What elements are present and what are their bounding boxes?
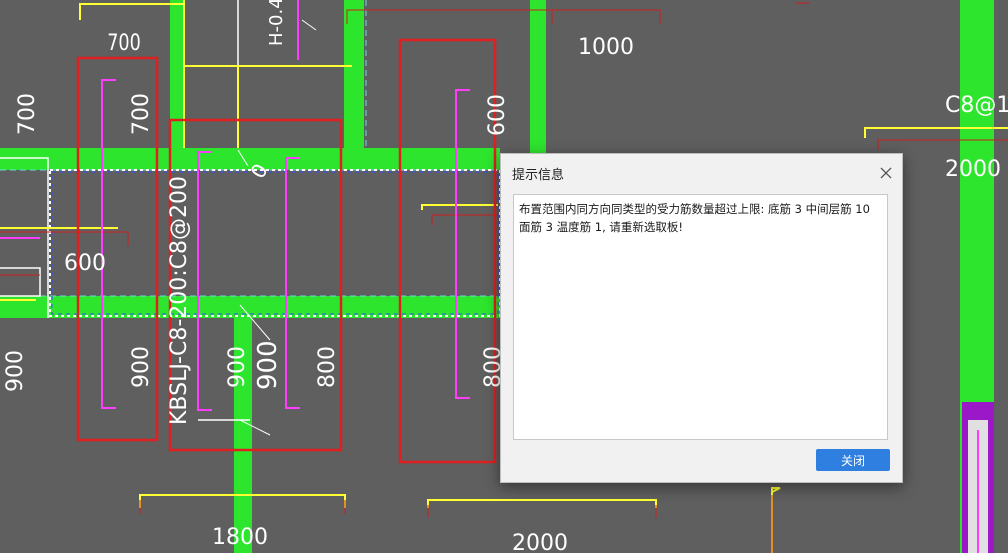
dim-text: 700 <box>129 93 154 135</box>
dim-text: 1000 <box>578 35 634 60</box>
dim-text: 900 <box>253 340 283 390</box>
dim-text: 600 <box>485 94 510 136</box>
elevation-text: H-0.4 <box>266 0 287 46</box>
dim-text: 600 <box>64 251 106 276</box>
dim-text: 2000 <box>945 157 1001 182</box>
message-dialog: 提示信息 布置范围内同方向同类型的受力筋数量超过上限: 底筋 3 中间层筋 10… <box>500 153 903 483</box>
dialog-message: 布置范围内同方向同类型的受力筋数量超过上限: 底筋 3 中间层筋 10 面筋 3… <box>519 202 870 234</box>
dim-text: 800 <box>315 346 340 388</box>
dim-text: 900 <box>129 346 154 388</box>
dialog-title: 提示信息 <box>512 167 565 183</box>
dialog-titlebar[interactable]: 提示信息 <box>501 154 902 192</box>
dim-text: 2000 <box>512 531 568 553</box>
dim-text: 900 <box>225 346 250 388</box>
dialog-message-box[interactable]: 布置范围内同方向同类型的受力筋数量超过上限: 底筋 3 中间层筋 10 面筋 3… <box>513 194 888 440</box>
close-x-glyph <box>880 167 892 179</box>
bar-spec-text: C8@180 <box>945 93 1008 118</box>
wall-horizontal-bottom <box>0 296 500 318</box>
dim-text: 700 <box>107 30 141 55</box>
close-button[interactable]: 关闭 <box>816 449 890 471</box>
wall-vertical-a <box>170 0 184 170</box>
wall-vertical-c <box>530 0 546 170</box>
dim-text: 700 <box>15 93 40 135</box>
close-icon[interactable] <box>876 163 896 183</box>
wall-vertical-b <box>344 0 364 170</box>
dim-text: 900 <box>3 350 28 392</box>
dim-text: 1800 <box>212 525 268 550</box>
rebar-spec-text: KBSLJ-C8-200:C8@200 <box>167 176 192 425</box>
